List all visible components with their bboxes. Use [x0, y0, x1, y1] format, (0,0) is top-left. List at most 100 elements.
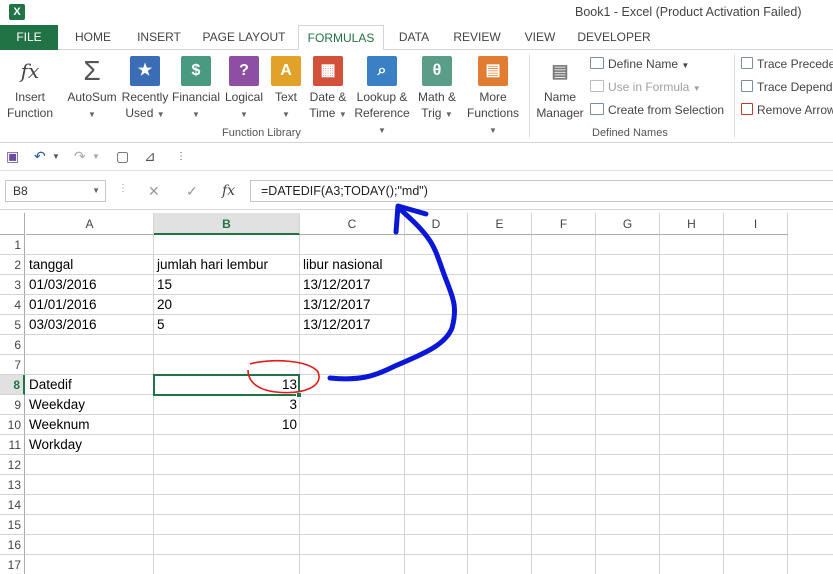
row-header-1[interactable]: 1 [0, 235, 25, 255]
name-box[interactable]: B8 ▼ [5, 180, 106, 202]
remove-arrows-button[interactable]: Remove Arrow [741, 103, 833, 117]
cancel-icon[interactable]: ✕ [148, 183, 160, 200]
row-header-13[interactable]: 13 [0, 475, 25, 495]
cell-c3[interactable]: 13/12/2017 [300, 275, 405, 295]
cell-a4[interactable]: 01/01/2016 [26, 295, 154, 315]
create-from-selection-button[interactable]: Create from Selection [590, 103, 724, 117]
new-document-icon[interactable]: ▢ [116, 148, 129, 165]
cell-c4[interactable]: 13/12/2017 [300, 295, 405, 315]
define-name-button[interactable]: Define Name ▼ [590, 57, 689, 71]
trace-precedents-icon [741, 57, 753, 69]
cell-b2[interactable]: jumlah hari lembur [154, 255, 300, 275]
cell-a5[interactable]: 03/03/2016 [26, 315, 154, 335]
row-header-14[interactable]: 14 [0, 495, 25, 515]
column-header-f[interactable]: F [532, 213, 596, 235]
name-manager-button[interactable]: ▤ Name Manager [534, 56, 586, 121]
gridline [25, 534, 833, 535]
fill-handle[interactable] [296, 392, 302, 398]
column-header-b[interactable]: B [154, 213, 300, 235]
row-header-12[interactable]: 12 [0, 455, 25, 475]
calendar-icon: ▦ [313, 56, 343, 86]
text-button[interactable]: A Text ▼ [268, 56, 304, 123]
cell-b9[interactable]: 3 [154, 395, 300, 415]
trace-precedents-button[interactable]: Trace Precede [741, 57, 833, 71]
enter-check-icon[interactable]: ✓ [186, 183, 198, 200]
tab-formulas[interactable]: FORMULAS [298, 25, 384, 51]
date-time-button[interactable]: ▦ Date & Time ▼ [304, 56, 352, 123]
date-time-label: Date & [309, 90, 347, 104]
cell-c5[interactable]: 13/12/2017 [300, 315, 405, 335]
redo-icon[interactable]: ↷ [74, 148, 86, 165]
tab-file[interactable]: FILE [0, 25, 58, 50]
math-trig-button[interactable]: θ Math & Trig ▼ [412, 56, 462, 123]
undo-dropdown-icon[interactable]: ▼ [52, 152, 60, 161]
trace-precedents-label: Trace Precede [757, 57, 833, 71]
row-header-11[interactable]: 11 [0, 435, 25, 455]
trace-dependents-button[interactable]: Trace Depende [741, 80, 833, 94]
column-header-a[interactable]: A [26, 213, 154, 235]
cell-a2[interactable]: tanggal [26, 255, 154, 275]
worksheet-grid[interactable]: A B C D E F G H I 1 2 tanggal jumlah hari lembur libu… [0, 213, 833, 574]
theta-book-icon: θ [422, 56, 452, 86]
cell-a9[interactable]: Weekday [26, 395, 154, 415]
cell-b4[interactable]: 20 [154, 295, 300, 315]
recently-used-button[interactable]: ★ Recently Used ▼ [120, 56, 170, 123]
trace-dependents-label: Trace Depende [757, 80, 833, 94]
group-divider [734, 54, 735, 138]
row-header-7[interactable]: 7 [0, 355, 25, 375]
insert-function-button[interactable]: fx Insert Function [2, 56, 58, 121]
row-header-10[interactable]: 10 [0, 415, 25, 435]
tab-view[interactable]: VIEW [516, 25, 564, 50]
tab-developer[interactable]: DEVELOPER [572, 25, 656, 50]
column-header-g[interactable]: G [596, 213, 660, 235]
recently-used-label: Recently [121, 90, 169, 104]
row-header-15[interactable]: 15 [0, 515, 25, 535]
cell-a3[interactable]: 01/03/2016 [26, 275, 154, 295]
chart-icon[interactable]: ⊿ [144, 148, 156, 165]
tab-insert[interactable]: INSERT [128, 25, 190, 50]
cell-a10[interactable]: Weeknum [26, 415, 154, 435]
cell-a11[interactable]: Workday [26, 435, 154, 455]
row-header-3[interactable]: 3 [0, 275, 25, 295]
more-functions-button[interactable]: ▤ More Functions ▼ [462, 56, 524, 139]
cell-b5[interactable]: 5 [154, 315, 300, 335]
column-header-h[interactable]: H [660, 213, 724, 235]
undo-icon[interactable]: ↶ [34, 148, 46, 165]
cell-a8[interactable]: Datedif [26, 375, 154, 395]
row-header-2[interactable]: 2 [0, 255, 25, 275]
customize-toolbar-icon[interactable]: ⋮ [176, 151, 186, 162]
use-in-formula-button[interactable]: Use in Formula ▼ [590, 80, 701, 94]
tab-review[interactable]: REVIEW [446, 25, 508, 50]
row-header-4[interactable]: 4 [0, 295, 25, 315]
row-header-5[interactable]: 5 [0, 315, 25, 335]
chevron-down-icon[interactable]: ▼ [92, 181, 100, 201]
insert-function-icon[interactable]: fx [222, 183, 235, 199]
row-header-16[interactable]: 16 [0, 535, 25, 555]
cell-b10[interactable]: 10 [154, 415, 300, 435]
column-header-c[interactable]: C [300, 213, 405, 235]
select-all-corner[interactable] [0, 213, 25, 235]
tab-home[interactable]: HOME [64, 25, 122, 50]
cell-c2[interactable]: libur nasional [300, 255, 405, 275]
tab-page-layout[interactable]: PAGE LAYOUT [196, 25, 292, 50]
lookup-reference-button[interactable]: ⌕ Lookup & Reference ▼ [352, 56, 412, 139]
define-name-icon [590, 57, 604, 69]
cell-b3[interactable]: 15 [154, 275, 300, 295]
column-header-e[interactable]: E [468, 213, 532, 235]
row-header-6[interactable]: 6 [0, 335, 25, 355]
math-trig-label-2: Trig [421, 106, 442, 120]
column-header-d[interactable]: D [405, 213, 468, 235]
financial-button[interactable]: $ Financial ▼ [170, 56, 222, 123]
redo-dropdown-icon[interactable]: ▼ [92, 152, 100, 161]
save-icon[interactable]: ▣ [6, 148, 19, 165]
row-header-9[interactable]: 9 [0, 395, 25, 415]
row-header-8[interactable]: 8 [0, 375, 25, 395]
autosum-button[interactable]: Σ AutoSum ▼ [64, 56, 120, 123]
column-header-i[interactable]: I [724, 213, 788, 235]
tab-data[interactable]: DATA [390, 25, 438, 50]
name-box-value: B8 [13, 184, 28, 198]
formula-input[interactable]: =DATEDIF(A3;TODAY();"md") [250, 180, 833, 202]
use-in-formula-label: Use in Formula [608, 80, 690, 94]
row-header-17[interactable]: 17 [0, 555, 25, 574]
logical-button[interactable]: ? Logical ▼ [222, 56, 266, 123]
